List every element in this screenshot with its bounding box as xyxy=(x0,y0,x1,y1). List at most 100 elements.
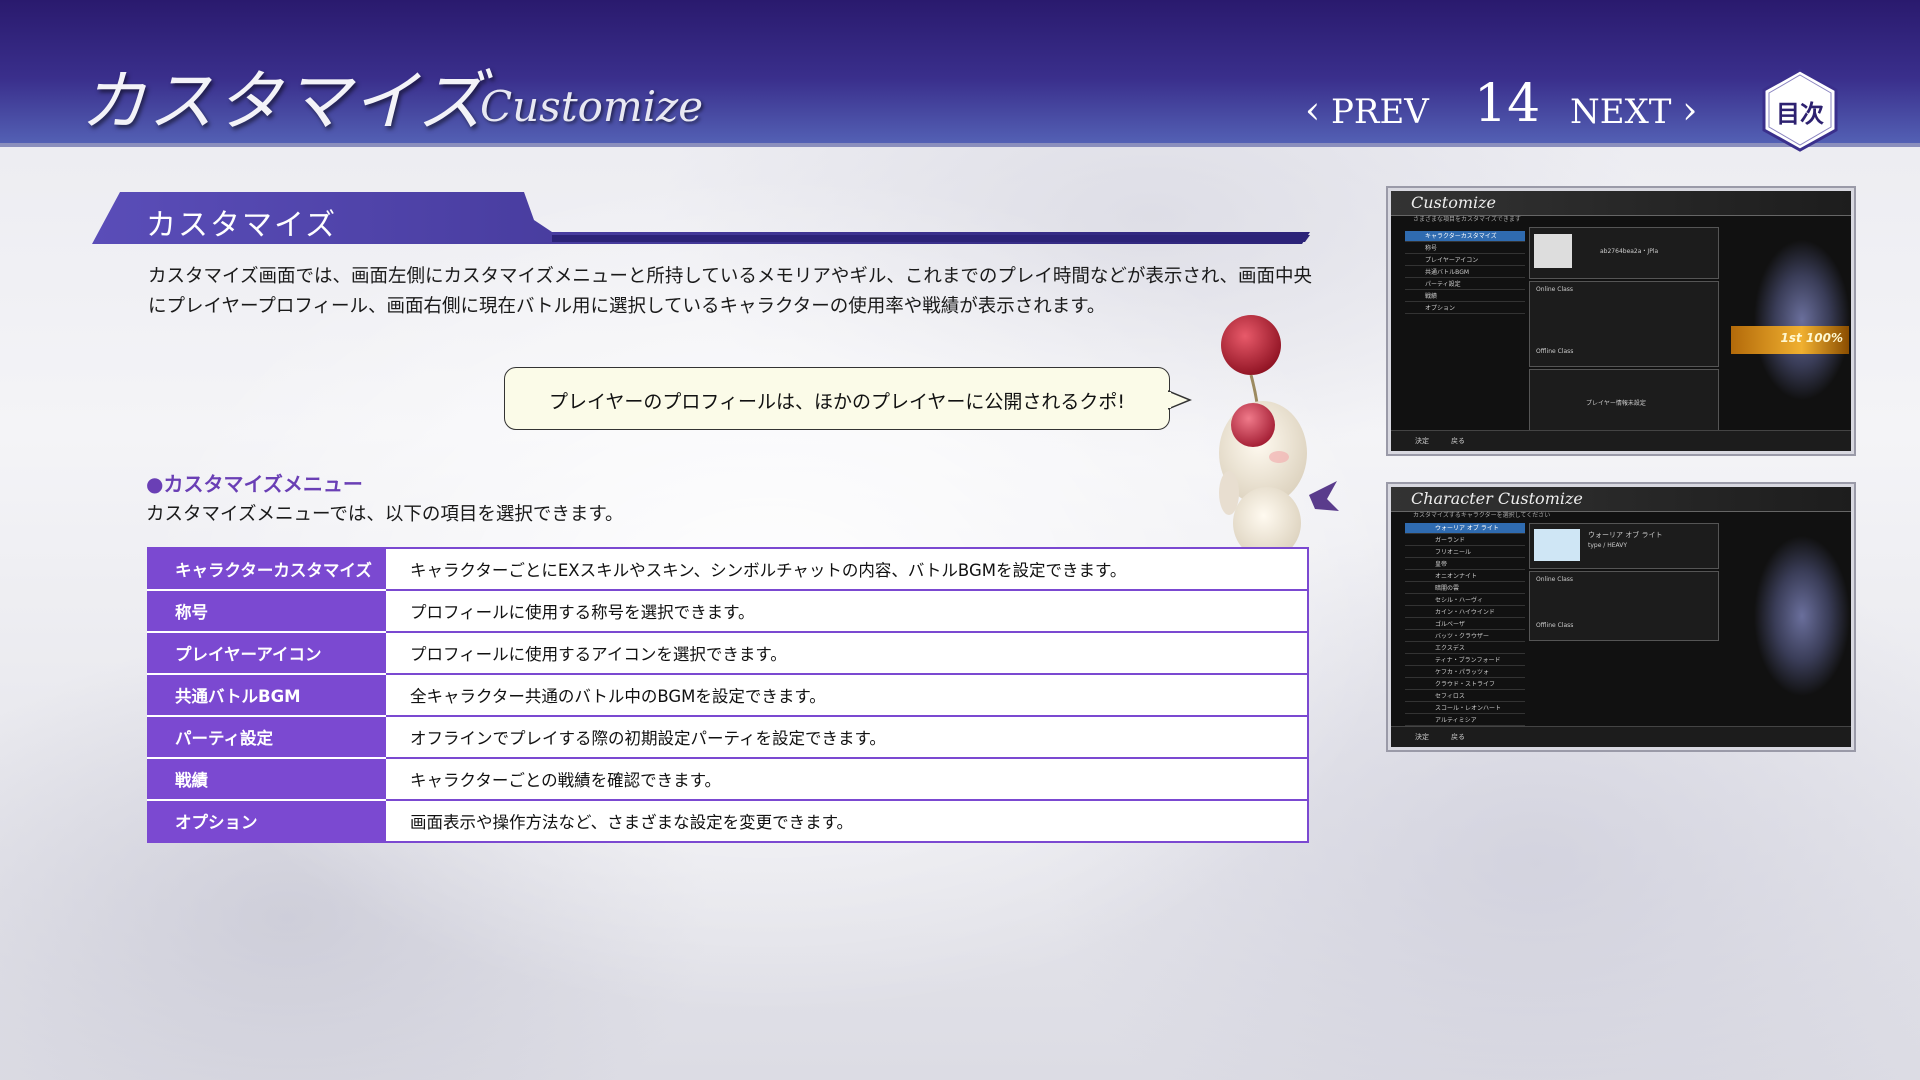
menu-key: 戦績 xyxy=(148,758,386,801)
toc-button[interactable]: 目次 xyxy=(1762,68,1838,152)
list-item: 皇帝 xyxy=(1405,559,1525,570)
table-row: 戦績 キャラクターごとの戦績を確認できます。 xyxy=(148,758,1308,801)
player-id: ab2764bea2a・JPla xyxy=(1600,248,1659,255)
screenshot-titlebar: Character Customize xyxy=(1391,487,1851,512)
character-portrait xyxy=(1711,215,1851,425)
list-item: ゴルベーザ xyxy=(1405,619,1525,630)
list-item: フリオニール xyxy=(1405,547,1525,558)
menu-key: パーティ設定 xyxy=(148,716,386,759)
menu-key: 称号 xyxy=(148,590,386,633)
list-item: 共通バトルBGM xyxy=(1405,267,1525,278)
list-item: キャラクターカスタマイズ xyxy=(1405,231,1525,242)
screenshot-footer: 決定 戻る xyxy=(1391,430,1851,451)
rank-banner: 1st 100% xyxy=(1731,326,1849,354)
toc-label: 目次 xyxy=(1776,100,1824,128)
player-info-panel: プレイヤー情報未設定 xyxy=(1529,369,1719,431)
section-title: カスタマイズ xyxy=(146,208,338,243)
menu-subtext: カスタマイズメニューでは、以下の項目を選択できます。 xyxy=(146,504,624,525)
offline-class-label: Offline Class xyxy=(1536,622,1574,629)
screenshot-subtitle: カスタマイズするキャラクターを選択してください xyxy=(1413,512,1551,519)
table-row: キャラクターカスタマイズ キャラクターごとにEXスキルやスキン、シンボルチャット… xyxy=(148,548,1308,591)
character-emblem xyxy=(1534,529,1580,561)
list-item: プレイヤーアイコン xyxy=(1405,255,1525,266)
menu-value: キャラクターごとにEXスキルやスキン、シンボルチャットの内容、バトルBGMを設定… xyxy=(386,548,1308,591)
page-title-en: Customize xyxy=(480,82,704,131)
back-label: 戻る xyxy=(1451,733,1465,741)
online-panel: Online Class Offline Class xyxy=(1529,571,1719,641)
section-description: カスタマイズ画面では、画面左側にカスタマイズメニューと所持しているメモリアやギル… xyxy=(148,266,1313,317)
screenshot-menu: キャラクターカスタマイズ 称号 プレイヤーアイコン 共通バトルBGM パーティ設… xyxy=(1405,231,1525,315)
menu-value: キャラクターごとの戦績を確認できます。 xyxy=(386,758,1308,801)
list-item: 暗闇の雲 xyxy=(1405,583,1525,594)
menu-value: プロフィールに使用するアイコンを選択できます。 xyxy=(386,632,1308,675)
speech-bubble-tail xyxy=(1168,390,1192,410)
page-header: カスタマイズ Customize ‹ PREV 14 NEXT › 目次 xyxy=(0,0,1920,152)
player-icon xyxy=(1534,234,1572,268)
character-info-panel: ウォーリア オブ ライト type / HEAVY xyxy=(1529,523,1719,569)
table-row: 共通バトルBGM 全キャラクター共通のバトル中のBGMを設定できます。 xyxy=(148,674,1308,717)
screenshot-subtitle: さまざまな項目をカスタマイズできます xyxy=(1413,216,1521,223)
menu-key: オプション xyxy=(148,800,386,842)
list-item: ウォーリア オブ ライト xyxy=(1405,523,1525,534)
menu-key: プレイヤーアイコン xyxy=(148,632,386,675)
list-item: ガーランド xyxy=(1405,535,1525,546)
table-row: プレイヤーアイコン プロフィールに使用するアイコンを選択できます。 xyxy=(148,632,1308,675)
speech-bubble-text: プレイヤーのプロフィールは、ほかのプレイヤーに公開されるクポ! xyxy=(548,391,1126,413)
list-item: エクスデス xyxy=(1405,643,1525,654)
character-name: ウォーリア オブ ライト xyxy=(1588,531,1663,539)
next-label: NEXT xyxy=(1570,92,1672,132)
page-title-jp: カスタマイズ xyxy=(80,63,487,140)
screenshot-titlebar: Customize xyxy=(1391,191,1851,216)
list-item: セシル・ハーヴィ xyxy=(1405,595,1525,606)
player-info-text: プレイヤー情報未設定 xyxy=(1586,400,1646,407)
online-class-label: Online Class xyxy=(1536,286,1574,293)
chevron-left-icon: ‹ xyxy=(1305,88,1321,132)
character-list: ウォーリア オブ ライト ガーランド フリオニール 皇帝 オニオンナイト 暗闇の… xyxy=(1405,523,1525,727)
profile-panel: ab2764bea2a・JPla xyxy=(1529,227,1719,279)
rank-text: 1st 100% xyxy=(1780,331,1843,345)
table-row: オプション 画面表示や操作方法など、さまざまな設定を変更できます。 xyxy=(148,800,1308,843)
prev-label: PREV xyxy=(1331,92,1429,132)
menu-value: オフラインでプレイする際の初期設定パーティを設定できます。 xyxy=(386,716,1308,759)
list-item: 戦績 xyxy=(1405,291,1525,302)
list-item: バッツ・クラウザー xyxy=(1405,631,1525,642)
menu-heading: ●カスタマイズメニュー xyxy=(146,472,363,496)
online-panel: Online Class Offline Class xyxy=(1529,281,1719,367)
table-row: パーティ設定 オフラインでプレイする際の初期設定パーティを設定できます。 xyxy=(148,716,1308,759)
character-customize-screenshot: Character Customize カスタマイズするキャラクターを選択してく… xyxy=(1388,484,1854,750)
online-class-label: Online Class xyxy=(1536,576,1574,583)
offline-class-label: Offline Class xyxy=(1536,348,1574,355)
menu-value: プロフィールに使用する称号を選択できます。 xyxy=(386,590,1308,633)
confirm-label: 決定 xyxy=(1415,437,1429,445)
prev-button[interactable]: ‹ PREV xyxy=(1305,88,1429,132)
character-portrait xyxy=(1711,511,1851,721)
customize-menu-table: キャラクターカスタマイズ キャラクターごとにEXスキルやスキン、シンボルチャット… xyxy=(147,547,1309,843)
list-item: アルティミシア xyxy=(1405,715,1525,726)
list-item: ティナ・ブランフォード xyxy=(1405,655,1525,666)
menu-value: 全キャラクター共通のバトル中のBGMを設定できます。 xyxy=(386,674,1308,717)
list-item: セフィロス xyxy=(1405,691,1525,702)
chevron-right-icon: › xyxy=(1682,88,1698,132)
speech-bubble: プレイヤーのプロフィールは、ほかのプレイヤーに公開されるクポ! xyxy=(504,367,1170,430)
menu-value: 画面表示や操作方法など、さまざまな設定を変更できます。 xyxy=(386,800,1308,843)
screenshot-title: Character Customize xyxy=(1411,489,1583,508)
screenshot-title: Customize xyxy=(1411,193,1497,212)
section-banner: カスタマイズ xyxy=(92,192,1310,248)
list-item: スコール・レオンハート xyxy=(1405,703,1525,714)
list-item: カイン・ハイウインド xyxy=(1405,607,1525,618)
customize-screenshot: Customize さまざまな項目をカスタマイズできます キャラクターカスタマイ… xyxy=(1388,188,1854,454)
list-item: ケフカ・パラッツォ xyxy=(1405,667,1525,678)
list-item: パーティ設定 xyxy=(1405,279,1525,290)
back-label: 戻る xyxy=(1451,437,1465,445)
list-item: 称号 xyxy=(1405,243,1525,254)
list-item: オプション xyxy=(1405,303,1525,314)
next-button[interactable]: NEXT › xyxy=(1570,88,1697,132)
screenshot-footer: 決定 戻る xyxy=(1391,726,1851,747)
moogle-image xyxy=(1219,315,1339,559)
menu-key: 共通バトルBGM xyxy=(148,674,386,717)
table-row: 称号 プロフィールに使用する称号を選択できます。 xyxy=(148,590,1308,633)
menu-key: キャラクターカスタマイズ xyxy=(148,548,386,591)
page-number: 14 xyxy=(1474,74,1541,134)
confirm-label: 決定 xyxy=(1415,733,1429,741)
character-type: type / HEAVY xyxy=(1588,542,1628,549)
